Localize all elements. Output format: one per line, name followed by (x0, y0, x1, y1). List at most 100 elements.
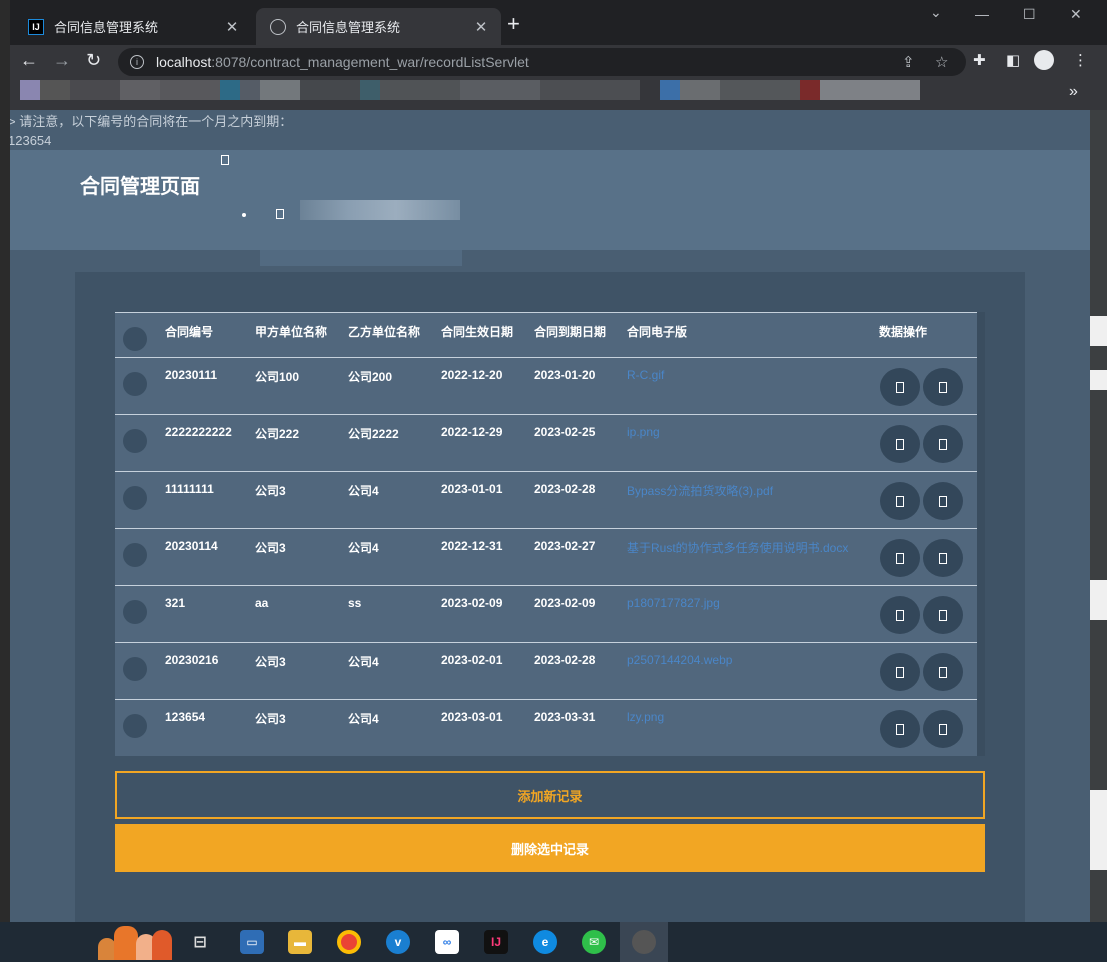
task-view-icon[interactable]: ⊟ (188, 930, 212, 954)
add-record-button[interactable]: 添加新记录 (115, 771, 985, 819)
edit-button[interactable] (880, 596, 920, 634)
select-all-checkbox[interactable] (123, 327, 147, 351)
bookmarks-bar: » (10, 78, 1107, 110)
edit-icon (896, 609, 904, 621)
nav-underbar (260, 250, 462, 266)
party-b-cell: 公司200 (348, 370, 393, 384)
edit-icon (896, 723, 904, 735)
edit-icon (896, 495, 904, 507)
delete-selected-button[interactable]: 删除选中记录 (115, 824, 985, 872)
menu-icon[interactable]: ⋮ (1073, 51, 1088, 69)
contract-table: 合同编号 甲方单位名称 乙方单位名称 合同生效日期 合同到期日期 合同电子版 数… (115, 312, 985, 756)
column-header: 数据操作 (879, 325, 928, 339)
vpn-app-icon[interactable]: v (386, 930, 410, 954)
party-b-cell: 公司4 (348, 712, 379, 726)
bookmarks-overflow-icon[interactable]: » (1069, 83, 1078, 101)
notice-contract-id: 123654 (10, 133, 52, 148)
start-date-cell: 2023-03-01 (441, 710, 503, 724)
address-bar[interactable]: i localhost:8078/contract_management_war… (118, 48, 966, 76)
delete-button[interactable] (923, 368, 963, 406)
forward-button[interactable]: → (53, 50, 71, 71)
window-close-button[interactable]: ✕ (1070, 6, 1082, 23)
background-ide-strip (0, 0, 10, 922)
table-row: 20230114 公司3 公司4 2022-12-31 2023-02-27 基于Rust… (115, 528, 977, 585)
star-icon[interactable]: ☆ (935, 53, 948, 71)
profile-avatar[interactable] (1034, 50, 1054, 70)
end-date-cell: 2023-02-09 (534, 596, 596, 610)
file-link[interactable]: R-C.gif (627, 368, 664, 382)
contract-id-cell: 321 (165, 596, 186, 610)
row-select-checkbox[interactable] (123, 600, 147, 624)
row-select-checkbox[interactable] (123, 486, 147, 510)
table-header-row: 合同编号 甲方单位名称 乙方单位名称 合同生效日期 合同到期日期 合同电子版 数… (115, 312, 977, 357)
party-b-cell: 公司4 (348, 484, 379, 498)
notice-text: > 请注意，以下编号的合同将在一个月之内到期： (10, 114, 293, 129)
edit-button[interactable] (880, 653, 920, 691)
browser-tab-bar: IJ 合同信息管理系统 ✕ 合同信息管理系统 ✕ + ⌄ — ☐ ✕ (10, 0, 1107, 45)
column-header: 乙方单位名称 (348, 325, 421, 339)
delete-button[interactable] (923, 425, 963, 463)
side-panel-icon[interactable]: ◧ (1006, 51, 1020, 69)
delete-button[interactable] (923, 539, 963, 577)
new-tab-button[interactable]: + (507, 13, 520, 35)
delete-button[interactable] (923, 710, 963, 748)
browser-tab-active[interactable]: 合同信息管理系统 ✕ (256, 8, 501, 45)
wechat-icon[interactable]: ✉ (582, 930, 606, 954)
blurred-bookmarks (20, 80, 920, 100)
file-link[interactable]: p1807177827.jpg (627, 596, 720, 610)
party-a-cell: 公司222 (255, 427, 300, 441)
delete-button[interactable] (923, 596, 963, 634)
page-title: 合同管理页面 (80, 176, 200, 198)
edit-button[interactable] (880, 425, 920, 463)
party-a-cell: 公司3 (255, 541, 286, 555)
edge-icon[interactable]: e (533, 930, 557, 954)
start-date-cell: 2023-02-01 (441, 653, 503, 667)
delete-icon (939, 552, 947, 564)
row-select-checkbox[interactable] (123, 657, 147, 681)
start-date-cell: 2023-02-09 (441, 596, 503, 610)
close-icon[interactable]: ✕ (224, 18, 240, 36)
cloud-drive-icon[interactable]: ∞ (435, 930, 459, 954)
party-a-cell: 公司3 (255, 484, 286, 498)
minimize-button[interactable]: — (975, 6, 989, 22)
file-link[interactable]: lzy.png (627, 710, 664, 724)
delete-button[interactable] (923, 653, 963, 691)
file-link[interactable]: ip.png (627, 425, 660, 439)
site-info-icon[interactable]: i (130, 55, 144, 69)
laptop-app-icon[interactable]: ▭ (240, 930, 264, 954)
file-link[interactable]: p2507144204.webp (627, 653, 732, 667)
edit-button[interactable] (880, 539, 920, 577)
delete-icon (939, 609, 947, 621)
row-select-checkbox[interactable] (123, 543, 147, 567)
expiry-notice: > 请注意，以下编号的合同将在一个月之内到期： 123654 (10, 112, 292, 150)
contract-id-cell: 2222222222 (165, 425, 232, 439)
taskbar-active-app[interactable] (620, 922, 668, 962)
weather-widget-icon[interactable] (96, 924, 174, 960)
contract-id-cell: 11111111 (165, 482, 214, 496)
edit-button[interactable] (880, 368, 920, 406)
share-icon[interactable]: ⇪ (902, 53, 915, 71)
edit-button[interactable] (880, 482, 920, 520)
chrome-icon[interactable] (337, 930, 361, 954)
intellij-icon: IJ (28, 18, 44, 35)
chevron-down-icon[interactable]: ⌄ (930, 4, 942, 21)
maximize-button[interactable]: ☐ (1023, 6, 1036, 23)
file-link[interactable]: 基于Rust的协作式多任务使用说明书.docx (627, 539, 848, 556)
intellij-icon[interactable]: IJ (484, 930, 508, 954)
file-explorer-icon[interactable]: ▬ (288, 930, 312, 954)
user-icon[interactable] (276, 209, 284, 219)
extensions-icon[interactable]: ✚ (973, 51, 986, 69)
row-select-checkbox[interactable] (123, 429, 147, 453)
party-b-cell: 公司2222 (348, 427, 399, 441)
row-select-checkbox[interactable] (123, 372, 147, 396)
party-b-cell: 公司4 (348, 541, 379, 555)
file-link[interactable]: Bypass分流拍货攻略(3).pdf (627, 482, 773, 499)
close-icon[interactable]: ✕ (473, 18, 489, 36)
delete-button[interactable] (923, 482, 963, 520)
edit-button[interactable] (880, 710, 920, 748)
reload-button[interactable]: ↻ (86, 50, 101, 71)
delete-icon (939, 495, 947, 507)
back-button[interactable]: ← (20, 50, 38, 71)
row-select-checkbox[interactable] (123, 714, 147, 738)
browser-tab[interactable]: IJ 合同信息管理系统 ✕ (14, 8, 252, 45)
